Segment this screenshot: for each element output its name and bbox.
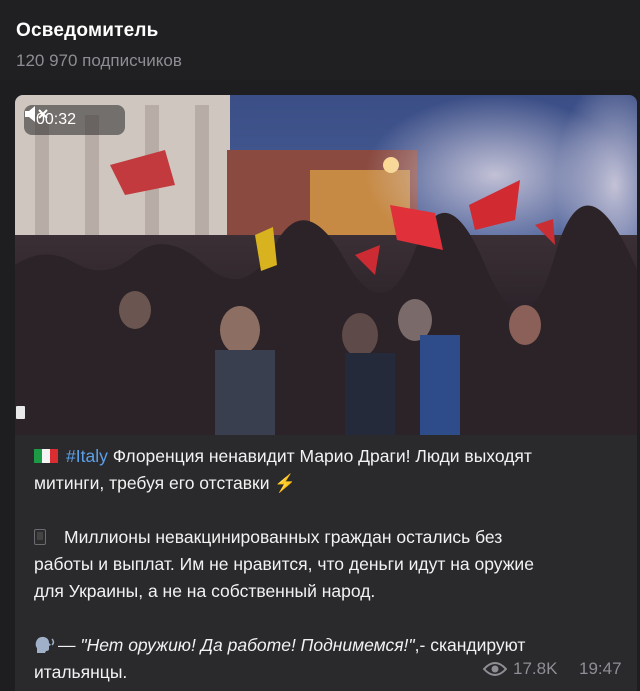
post-line-2-text: митинги, требуя его отставки [34,473,270,493]
post-line-2: митинги, требуя его отставки ⚡ [34,470,296,497]
italy-flag-icon [34,444,58,463]
lightning-icon: ⚡ [274,473,297,493]
post-para2-line1: Миллионы невакцинированных граждан остал… [64,527,503,547]
post-line-5: работы и выплат. Им не нравится, что ден… [34,551,534,578]
post-para3-line2: итальянцы. [34,662,128,682]
channel-title[interactable]: Осведомитель [16,20,159,42]
channel-post: 00:32 #Italy Флоренция ненавидит Марио Д… [15,95,637,691]
subscriber-count: 120 970 подписчиков [16,51,182,70]
post-quote: "Нет оружию! Да работе! Поднимемся!" [80,635,415,655]
mobile-phone-icon [34,529,46,545]
post-time: 19:47 [579,659,622,678]
view-count: 17.8K [513,659,558,678]
fullscreen-marker-icon [16,406,25,419]
post-line-4: Миллионы невакцинированных граждан остал… [34,524,502,551]
telegram-channel-view: Осведомитель 120 970 подписчиков 00:32 #… [0,0,640,691]
eye-icon [483,662,507,676]
post-line-9: итальянцы. [34,659,127,686]
post-line-1: #Italy Флоренция ненавидит Марио Драги! … [34,443,532,470]
video-player[interactable]: 00:32 [15,95,637,435]
post-para3-rest: ,- скандируют [414,635,526,655]
post-para2-line3: для Украины, а не на собственный народ. [34,581,376,601]
video-duration-badge[interactable]: 00:32 [24,105,125,135]
post-line-8: — "Нет оружию! Да работе! Поднимемся!",-… [34,632,525,659]
post-para2-line2: работы и выплат. Им не нравится, что ден… [34,554,534,574]
post-para3-dash: — [58,635,81,655]
channel-header[interactable]: Осведомитель 120 970 подписчиков [0,0,640,80]
speaking-head-icon [35,636,55,653]
post-line-1-text: Флоренция ненавидит Марио Драги! Люди вы… [107,446,532,466]
post-line-6: для Украины, а не на собственный народ. [34,578,375,605]
speaker-muted-icon[interactable] [24,105,50,123]
hashtag-link[interactable]: #Italy [66,446,108,466]
video-frame [15,95,637,435]
